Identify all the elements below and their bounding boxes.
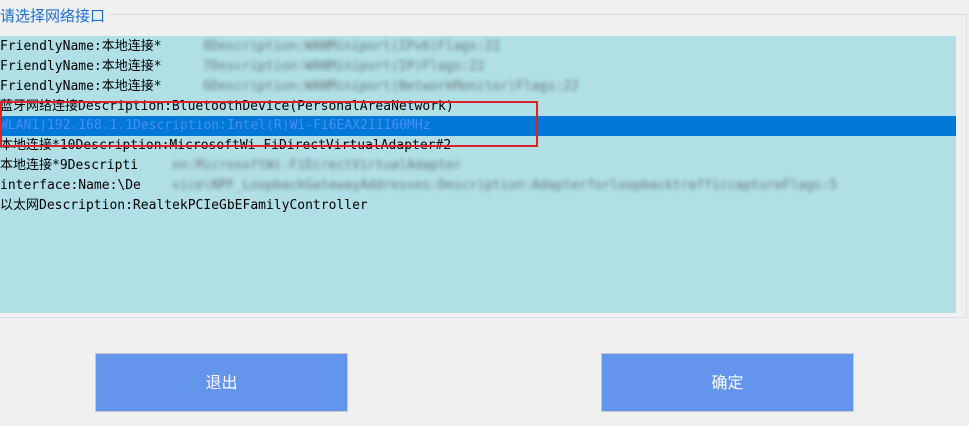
list-item-obscured-text: 8Description:WANMiniport(IPv6)Flags:22: [203, 39, 501, 54]
list-item-obscured-text: vice\NPF_LoopbackGatewayAddresses:Descri…: [172, 178, 838, 193]
list-item[interactable]: FriendlyName:本地连接* 7Description:WANMinip…: [0, 57, 956, 77]
list-item-label: 本地连接*9Descripti: [0, 158, 139, 173]
list-item[interactable]: 蓝牙网络连接Description:BluetoothDevice(Person…: [0, 97, 956, 117]
list-item-label: FriendlyName:本地连接*: [0, 39, 162, 54]
list-item-obscured-text: on:MicrosoftWi-FiDirectVirtualAdapter: [172, 158, 462, 173]
list-item-label: interface:Name:\De: [0, 178, 141, 193]
list-item-label: WLAN1)192.168.1.1Description:Intel(R)Wi-…: [0, 118, 431, 133]
list-item[interactable]: 本地连接*9Descripti on:MicrosoftWi-FiDirectV…: [0, 156, 956, 176]
list-item[interactable]: FriendlyName:本地连接* 6Description:WANMinip…: [0, 77, 956, 97]
list-item[interactable]: 以太网Description:RealtekPCIeGbEFamilyContr…: [0, 196, 956, 216]
exit-button[interactable]: 退出: [95, 353, 348, 412]
confirm-button[interactable]: 确定: [601, 353, 854, 412]
group-title: 请选择网络接口: [0, 6, 109, 26]
list-item-label: 本地连接*10Description:MicrosoftWi-FiDirectV…: [0, 138, 452, 153]
list-item[interactable]: interface:Name:\De vice\NPF_LoopbackGate…: [0, 176, 956, 196]
list-item-label: FriendlyName:本地连接*: [0, 59, 162, 74]
list-item-selected[interactable]: WLAN1)192.168.1.1Description:Intel(R)Wi-…: [0, 116, 956, 136]
list-item-label: 蓝牙网络连接Description:BluetoothDevice(Person…: [0, 99, 454, 114]
list-item-label: 以太网Description:RealtekPCIeGbEFamilyContr…: [0, 198, 368, 213]
interface-listbox[interactable]: FriendlyName:本地连接* 8Description:WANMinip…: [0, 36, 956, 313]
list-item[interactable]: FriendlyName:本地连接* 8Description:WANMinip…: [0, 37, 956, 57]
list-item[interactable]: 本地连接*10Description:MicrosoftWi-FiDirectV…: [0, 136, 956, 156]
list-item-obscured-text: 6Description:WANMiniport(NetworkMonitor)…: [203, 79, 579, 94]
list-item-obscured-text: 7Description:WANMiniport(IP)Flags:22: [203, 59, 485, 74]
list-item-label: FriendlyName:本地连接*: [0, 79, 162, 94]
